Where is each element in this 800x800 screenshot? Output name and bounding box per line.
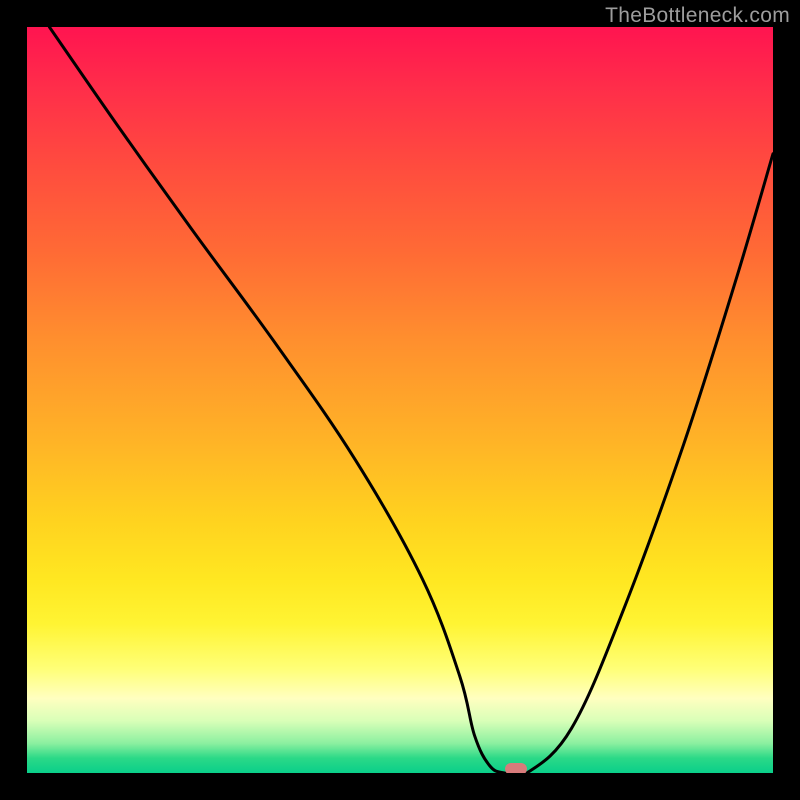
optimal-marker	[505, 763, 527, 773]
plot-area	[27, 27, 773, 773]
chart-frame: TheBottleneck.com	[0, 0, 800, 800]
bottleneck-curve	[49, 27, 773, 773]
watermark-text: TheBottleneck.com	[605, 4, 790, 28]
curve-layer	[27, 27, 773, 773]
